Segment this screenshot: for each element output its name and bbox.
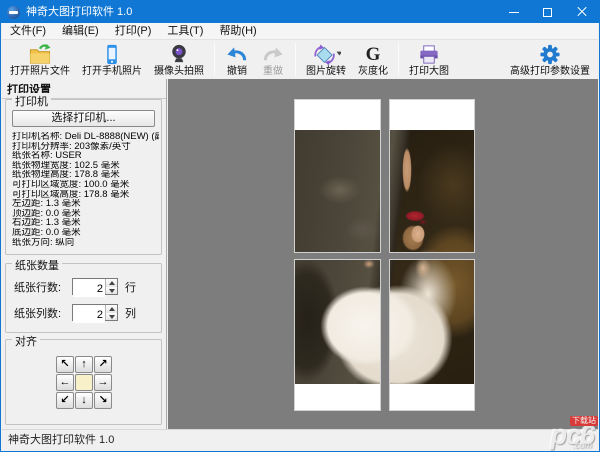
print-settings-panel: 打印设置 打印机 选择打印机... 打印机名称: Deli DL-8888(NE…: [2, 79, 167, 429]
print-large-image-button[interactable]: 打印大图: [404, 40, 454, 79]
print-page-tile-1: [294, 99, 381, 253]
pc6-watermark: pc6.com 下载站: [550, 422, 594, 449]
printer-info-line: 右边距: 1.3 毫米: [12, 218, 159, 228]
rotate-image-icon: [311, 43, 341, 66]
menu-edit[interactable]: 编辑(E): [54, 23, 107, 39]
align-up-button[interactable]: ↑: [75, 356, 93, 373]
window-title: 神奇大图打印软件 1.0: [26, 1, 132, 23]
paper-rows-row: 纸张行数: 行: [14, 278, 136, 295]
toolbar-separator: [295, 43, 296, 76]
grayscale-button[interactable]: G 灰度化: [353, 40, 393, 79]
spin-up-button[interactable]: [106, 279, 117, 287]
toolbar: 打开照片文件 打开手机照片 摄像头拍照: [2, 40, 598, 79]
statusbar: 神奇大图打印软件 1.0: [2, 429, 598, 450]
titlebar: 神奇大图打印软件 1.0: [1, 1, 599, 23]
menubar: 文件(F) 编辑(E) 打印(P) 工具(T) 帮助(H): [2, 23, 598, 40]
printer-info-line: 可打印区域高度: 178.8 毫米: [12, 190, 159, 200]
printer-info-line: 底边距: 0.0 毫米: [12, 228, 159, 238]
spin-up-button[interactable]: [106, 305, 117, 313]
webcam-capture-button[interactable]: 摄像头拍照: [149, 40, 209, 79]
redo-button[interactable]: 重做: [256, 40, 290, 79]
print-page-tile-2: [389, 99, 475, 253]
align-center-button[interactable]: [75, 374, 93, 391]
maximize-icon: [543, 8, 552, 17]
print-preview-area: [168, 79, 598, 429]
paper-cols-label: 纸张列数:: [14, 305, 72, 321]
printer-info-line: 打印机分辨率: 203像素/英寸: [12, 142, 159, 152]
photo-bride: [389, 130, 475, 253]
undo-button[interactable]: 撤销: [220, 40, 254, 79]
printer-info: 打印机名称: Deli DL-8888(NEW) (副本 1 打印机分辨率: 2…: [12, 132, 159, 247]
advanced-print-settings-button[interactable]: 高级打印参数设置: [505, 40, 595, 79]
paper-count-group-title: 纸张数量: [12, 257, 62, 273]
minimize-icon: [509, 12, 519, 13]
printer-info-line: 可打印区域宽度: 100.0 毫米: [12, 180, 159, 190]
spin-down-button[interactable]: [106, 313, 117, 321]
paper-cols-unit: 列: [125, 305, 136, 321]
redo-icon: [261, 43, 285, 66]
align-left-button[interactable]: ←: [56, 374, 74, 391]
app-icon: [7, 6, 20, 19]
printer-info-line: 纸张方向: 纵向: [12, 238, 159, 248]
printer-info-line: 左边距: 1.3 毫米: [12, 199, 159, 209]
align-right-button[interactable]: →: [94, 374, 112, 391]
align-group: 对齐 ↖ ↑ ↗ ← → ↙ ↓ ↘: [5, 339, 162, 425]
paper-rows-unit: 行: [125, 279, 136, 295]
body: 打印设置 打印机 选择打印机... 打印机名称: Deli DL-8888(NE…: [2, 79, 598, 429]
menu-file[interactable]: 文件(F): [2, 23, 54, 39]
print-large-icon: [417, 43, 441, 66]
printer-info-line: 顶边距: 0.0 毫米: [12, 209, 159, 219]
align-up-left-button[interactable]: ↖: [56, 356, 74, 373]
menu-print[interactable]: 打印(P): [107, 23, 160, 39]
status-text: 神奇大图打印软件 1.0: [8, 434, 114, 446]
photo-bride: [389, 259, 475, 384]
toolbar-separator: [214, 43, 215, 76]
menu-tools[interactable]: 工具(T): [159, 23, 211, 39]
menu-help[interactable]: 帮助(H): [211, 23, 264, 39]
paper-count-group: 纸张数量 纸张行数: 行 纸张列数: 列: [5, 263, 162, 333]
grayscale-g-icon: G: [366, 43, 381, 66]
print-page-tile-4: [389, 259, 475, 411]
align-down-button[interactable]: ↓: [75, 392, 93, 409]
open-photo-file-button[interactable]: 打开照片文件: [5, 40, 75, 79]
minimize-button[interactable]: [497, 1, 531, 23]
spin-down-button[interactable]: [106, 287, 117, 295]
window-controls: [497, 1, 599, 23]
align-pad: ↖ ↑ ↗ ← → ↙ ↓ ↘: [56, 356, 112, 409]
photo-bride: [295, 259, 381, 384]
paper-rows-input[interactable]: [73, 282, 105, 297]
printer-info-line: 纸张物理宽度: 102.5 毫米: [12, 161, 159, 171]
paper-rows-spinner[interactable]: [72, 278, 118, 295]
align-group-title: 对齐: [12, 333, 40, 349]
paper-rows-label: 纸张行数:: [14, 279, 72, 295]
advanced-settings-gear-icon: [538, 43, 562, 66]
webcam-icon: [167, 43, 191, 66]
photo-bride: [295, 130, 381, 253]
align-down-right-button[interactable]: ↘: [94, 392, 112, 409]
open-phone-photos-button[interactable]: 打开手机照片: [77, 40, 147, 79]
printer-info-line: 纸张物理高度: 178.8 毫米: [12, 170, 159, 180]
printer-info-line: 打印机名称: Deli DL-8888(NEW) (副本 1: [12, 132, 159, 142]
print-page-tile-3: [294, 259, 381, 411]
app-window: 神奇大图打印软件 1.0 文件(F) 编辑(E) 打印(P) 工具(T) 帮助(…: [0, 0, 600, 452]
open-photo-folder-icon: [28, 43, 52, 66]
watermark-badge: 下载站: [570, 416, 598, 426]
paper-cols-spinner[interactable]: [72, 304, 118, 321]
close-button[interactable]: [565, 1, 599, 23]
paper-cols-input[interactable]: [73, 308, 105, 323]
align-up-right-button[interactable]: ↗: [94, 356, 112, 373]
paper-cols-row: 纸张列数: 列: [14, 304, 136, 321]
undo-icon: [225, 43, 249, 66]
printer-group-title: 打印机: [12, 93, 51, 109]
select-printer-button[interactable]: 选择打印机...: [12, 110, 155, 127]
printer-info-line: 纸张名称: USER: [12, 151, 159, 161]
maximize-button[interactable]: [531, 1, 565, 23]
phone-photos-icon: [100, 43, 124, 66]
rotate-image-button[interactable]: 图片旋转: [301, 40, 351, 79]
align-down-left-button[interactable]: ↙: [56, 392, 74, 409]
watermark-com: .com: [572, 440, 592, 450]
toolbar-separator: [398, 43, 399, 76]
printer-group: 打印机 选择打印机... 打印机名称: Deli DL-8888(NEW) (副…: [5, 99, 162, 255]
